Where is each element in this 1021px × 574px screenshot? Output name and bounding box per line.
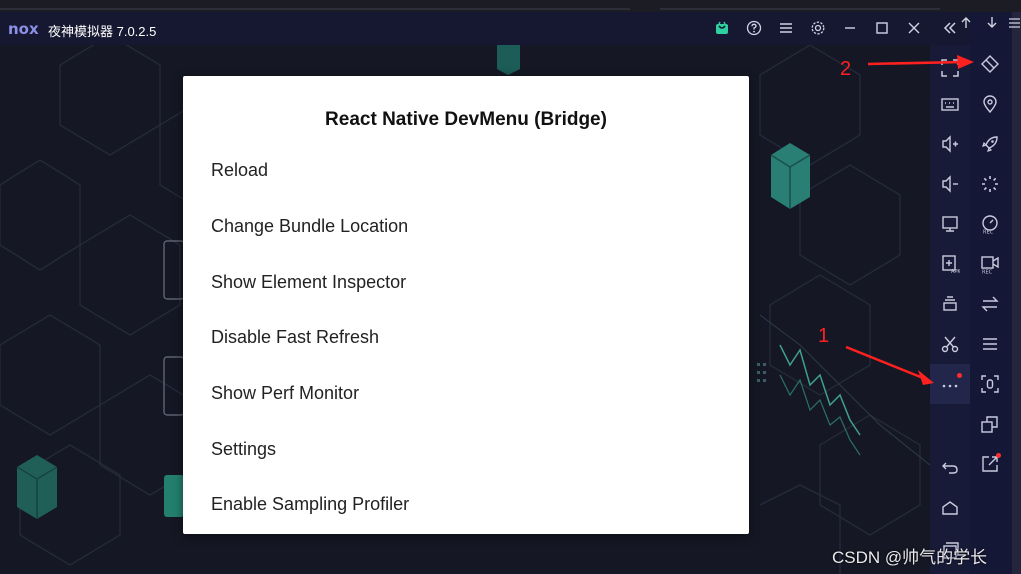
annotation-arrow-2 (867, 60, 965, 66)
annotation-arrowhead-2 (957, 55, 974, 69)
annotation-label-2: 2 (840, 58, 852, 80)
annotation-overlay (845, 55, 974, 385)
csdn-watermark: CSDN @帅气的学长 (832, 548, 988, 567)
annotation-arrow-1 (845, 345, 929, 382)
annotation-label-1: 1 (818, 325, 830, 347)
